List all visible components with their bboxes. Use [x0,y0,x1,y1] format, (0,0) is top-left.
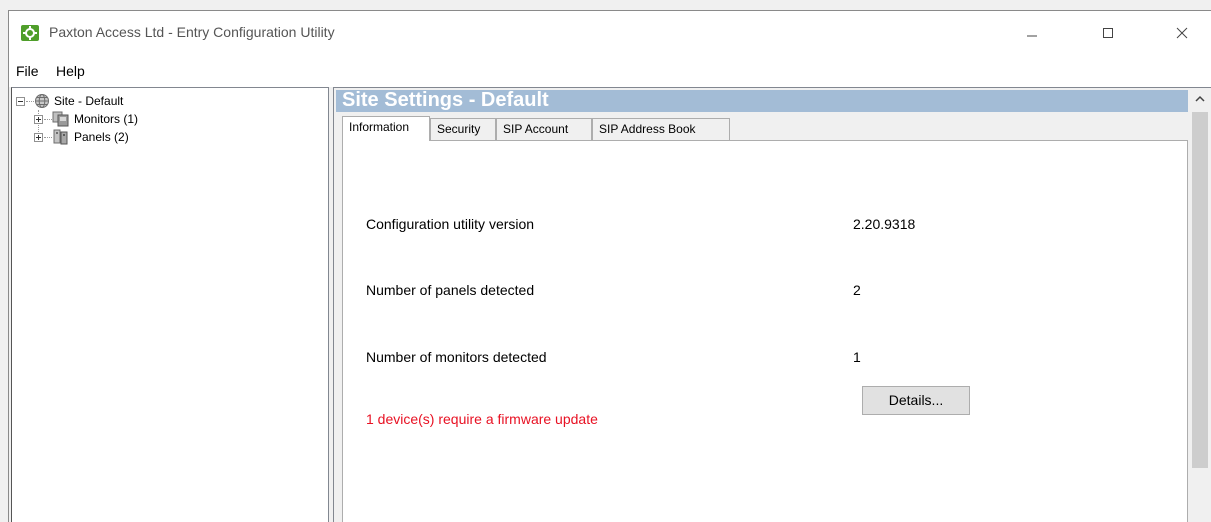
details-button[interactable]: Details... [862,386,970,415]
tab-information[interactable]: Information [342,116,430,141]
monitors-icon [52,111,69,127]
menu-help[interactable]: Help [56,63,85,79]
tab-sip-address-book[interactable]: SIP Address Book [592,118,730,140]
tab-sip-account[interactable]: SIP Account [496,118,592,140]
chevron-up-icon [1195,95,1205,102]
maximize-button[interactable] [1093,21,1123,45]
version-value: 2.20.9318 [853,216,916,232]
expand-icon[interactable] [34,133,43,142]
scroll-thumb[interactable] [1192,112,1208,468]
content-area: Site Settings - Default Information Secu… [333,87,1211,522]
monitors-detected-value: 1 [853,349,861,365]
title-bar: Paxton Access Ltd - Entry Configuration … [9,11,1211,55]
settings-header: Site Settings - Default [336,89,1188,112]
site-tree[interactable]: Site - Default Monitors (1) Panels (2) [11,87,329,522]
tree-node-panels[interactable]: Panels (2) [34,129,234,147]
tree-label-monitors: Monitors (1) [74,112,139,126]
collapse-icon[interactable] [16,97,25,106]
globe-icon [35,94,49,108]
tab-security[interactable]: Security [430,118,496,140]
tree-label-site: Site - Default [54,94,124,108]
close-button[interactable] [1167,21,1197,45]
panels-detected-value: 2 [853,282,861,298]
menu-bar: File Help [9,55,1211,87]
minimize-icon [1027,35,1037,37]
scroll-up-button[interactable] [1189,88,1211,110]
close-icon [1176,27,1188,39]
menu-file[interactable]: File [16,63,39,79]
app-window: Paxton Access Ltd - Entry Configuration … [8,10,1211,522]
tree-node-monitors[interactable]: Monitors (1) [34,111,234,129]
page-title: Site Settings - Default [342,89,549,111]
panels-detected-label: Number of panels detected [366,282,535,298]
tree-node-site[interactable]: Site - Default [16,93,216,111]
window-title: Paxton Access Ltd - Entry Configuration … [49,24,335,40]
version-label: Configuration utility version [366,216,535,232]
maximize-icon [1103,28,1113,38]
expand-icon[interactable] [34,115,43,124]
tree-label-panels: Panels (2) [74,130,129,144]
panels-icon [53,129,68,145]
firmware-warning: 1 device(s) require a firmware update [366,411,598,427]
monitors-detected-label: Number of monitors detected [366,349,547,365]
vertical-scrollbar[interactable] [1189,88,1211,522]
information-panel: Configuration utility version 2.20.9318 … [342,140,1188,522]
minimize-button[interactable] [1017,21,1047,45]
paxton-gear-icon [21,25,39,41]
